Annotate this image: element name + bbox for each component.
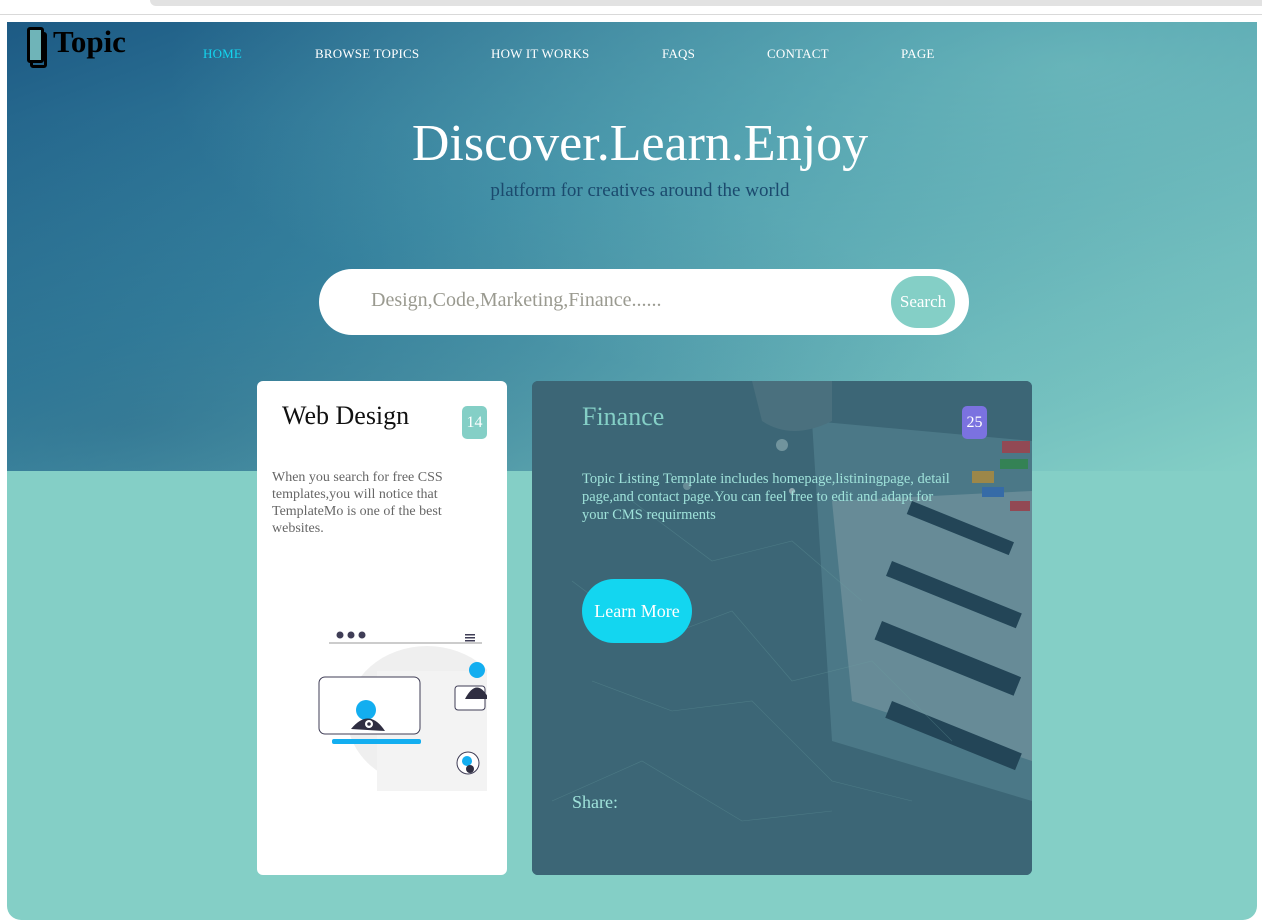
browser-top-strip <box>0 0 1262 16</box>
card-title: Web Design <box>282 401 410 430</box>
nav-item-page[interactable]: PAGE <box>901 46 935 62</box>
nav-item-faqs[interactable]: FAQS <box>662 46 695 62</box>
nav-item-how-it-works[interactable]: HOW IT WORKS <box>491 46 589 62</box>
search-bar: Design,Code,Marketing,Finance...... Sear… <box>319 269 969 335</box>
phone-icon <box>27 24 47 68</box>
count-badge: 25 <box>962 406 987 439</box>
search-input[interactable]: Design,Code,Marketing,Finance...... <box>371 289 662 312</box>
search-button[interactable]: Search <box>891 276 955 328</box>
card-title: Finance <box>582 402 665 431</box>
topic-card-finance[interactable]: Finance 25 Topic Listing Template includ… <box>532 381 1032 875</box>
count-badge: 14 <box>462 406 487 439</box>
nav-item-contact[interactable]: CONTACT <box>767 46 829 62</box>
horizontal-scrollbar[interactable] <box>150 0 1262 6</box>
nav-item-browse-topics[interactable]: BROWSE TOPICS <box>315 46 419 62</box>
brand-logo[interactable]: Topic <box>27 24 126 68</box>
nav-item-home[interactable]: HOME <box>203 46 242 62</box>
page-container: Topic HOME BROWSE TOPICS HOW IT WORKS FA… <box>7 22 1257 920</box>
topic-card-web-design[interactable]: Web Design 14 When you search for free C… <box>257 381 507 875</box>
learn-more-button[interactable]: Learn More <box>582 579 692 643</box>
divider <box>0 14 1262 15</box>
web-design-illustration-icon <box>318 631 487 791</box>
card-description: When you search for free CSS templates,y… <box>272 470 443 536</box>
hero-subtitle: platform for creatives around the world <box>490 180 790 201</box>
hero-title: Discover.Learn.Enjoy <box>411 115 869 172</box>
share-label: Share: <box>572 792 618 812</box>
card-description: Topic Listing Template includes homepage… <box>582 471 950 523</box>
brand-name: Topic <box>53 24 126 59</box>
